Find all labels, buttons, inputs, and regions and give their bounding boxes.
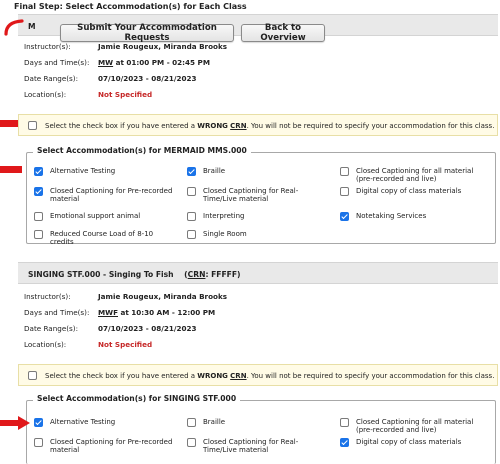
accommodation-label: Single Room [203, 230, 247, 238]
accommodation-checkbox[interactable] [34, 418, 43, 427]
accommodation-checkbox[interactable] [187, 230, 196, 239]
accommodation-label: Closed Captioning for all material (pre-… [356, 167, 474, 184]
accommodation-label: Interpreting [203, 212, 245, 220]
wrong-crn-text: Select the check box if you have entered… [45, 122, 495, 130]
wrong-crn-checkbox[interactable] [28, 121, 37, 130]
accommodation-checkbox[interactable] [187, 212, 196, 221]
instructor-label: Instructor(s): [24, 292, 71, 301]
accommodation-label: Closed Captioning for Pre-recorded mater… [50, 187, 173, 204]
back-to-overview-button[interactable]: Back to Overview [241, 23, 325, 43]
instructor-value: Jamie Rougeux, Miranda Brooks [98, 292, 228, 301]
class-header-singing: SINGING STF.000 - Singing To Fish (CRN: … [18, 262, 498, 284]
location-value: Not Specified [98, 90, 153, 99]
days-label: Days and Time(s): [24, 308, 90, 317]
location-label: Location(s): [24, 340, 67, 349]
date-label: Date Range(s): [24, 74, 79, 83]
accommodation-label: Closed Captioning for Real-Time/Live mat… [203, 187, 299, 204]
accommodation-checkbox[interactable] [340, 167, 349, 176]
instructor-value: Jamie Rougeux, Miranda Brooks [98, 42, 228, 51]
accommodation-label: Alternative Testing [50, 418, 116, 426]
date-label: Date Range(s): [24, 324, 79, 333]
accommodation-checkbox[interactable] [340, 212, 349, 221]
wrong-crn-notice: Select the check box if you have entered… [18, 364, 498, 386]
accommodation-label: Braille [203, 167, 226, 175]
days-label: Days and Time(s): [24, 58, 90, 67]
accommodation-label: Digital copy of class materials [356, 438, 462, 446]
accommodation-checkbox[interactable] [34, 212, 43, 221]
accommodation-label: Notetaking Services [356, 212, 427, 220]
accommodation-checkbox[interactable] [340, 418, 349, 427]
accommodation-label: Reduced Course Load of 8-10 credits [50, 230, 154, 247]
accommodation-checkbox[interactable] [187, 418, 196, 427]
accommodation-checkbox[interactable] [34, 187, 43, 196]
fieldset-legend: Select Accommodation(s) for SINGING STF.… [33, 394, 241, 403]
accommodation-checkbox[interactable] [34, 167, 43, 176]
annotation-curve-icon [4, 19, 24, 36]
accommodation-label: Alternative Testing [50, 167, 116, 175]
page-title: Final Step: Select Accommodation(s) for … [14, 2, 247, 11]
class-title: M [28, 22, 36, 31]
date-value: 07/10/2023 - 08/21/2023 [98, 324, 197, 333]
accommodation-label: Closed Captioning for all material (pre-… [356, 418, 474, 435]
location-label: Location(s): [24, 90, 67, 99]
days-value: MWF at 10:30 AM - 12:00 PM [98, 308, 216, 317]
class-title: SINGING STF.000 - Singing To Fish (CRN: … [28, 270, 241, 279]
wrong-crn-checkbox[interactable] [28, 371, 37, 380]
instructor-label: Instructor(s): [24, 42, 71, 51]
wrong-crn-notice: Select the check box if you have entered… [18, 114, 498, 136]
accommodation-label: Digital copy of class materials [356, 187, 462, 195]
accommodation-label: Closed Captioning for Real-Time/Live mat… [203, 438, 299, 455]
date-value: 07/10/2023 - 08/21/2023 [98, 74, 197, 83]
accommodation-checkbox[interactable] [187, 438, 196, 447]
submit-requests-button[interactable]: Submit Your Accommodation Requests [60, 23, 234, 43]
accommodation-checkbox[interactable] [187, 167, 196, 176]
accommodation-checkbox[interactable] [187, 187, 196, 196]
accommodation-checkbox[interactable] [340, 187, 349, 196]
fieldset-legend: Select Accommodation(s) for MERMAID MMS.… [33, 146, 251, 155]
accommodation-label: Braille [203, 418, 226, 426]
accommodation-checkbox[interactable] [34, 230, 43, 239]
annotation-arrow-icon [0, 416, 30, 430]
location-value: Not Specified [98, 340, 153, 349]
accommodation-label: Closed Captioning for Pre-recorded mater… [50, 438, 173, 455]
annotation-marker-icon [0, 166, 22, 173]
days-value: MW at 01:00 PM - 02:45 PM [98, 58, 210, 67]
wrong-crn-text: Select the check box if you have entered… [45, 372, 495, 380]
accommodation-label: Emotional support animal [50, 212, 141, 220]
accommodation-checkbox[interactable] [340, 438, 349, 447]
accommodation-checkbox[interactable] [34, 438, 43, 447]
